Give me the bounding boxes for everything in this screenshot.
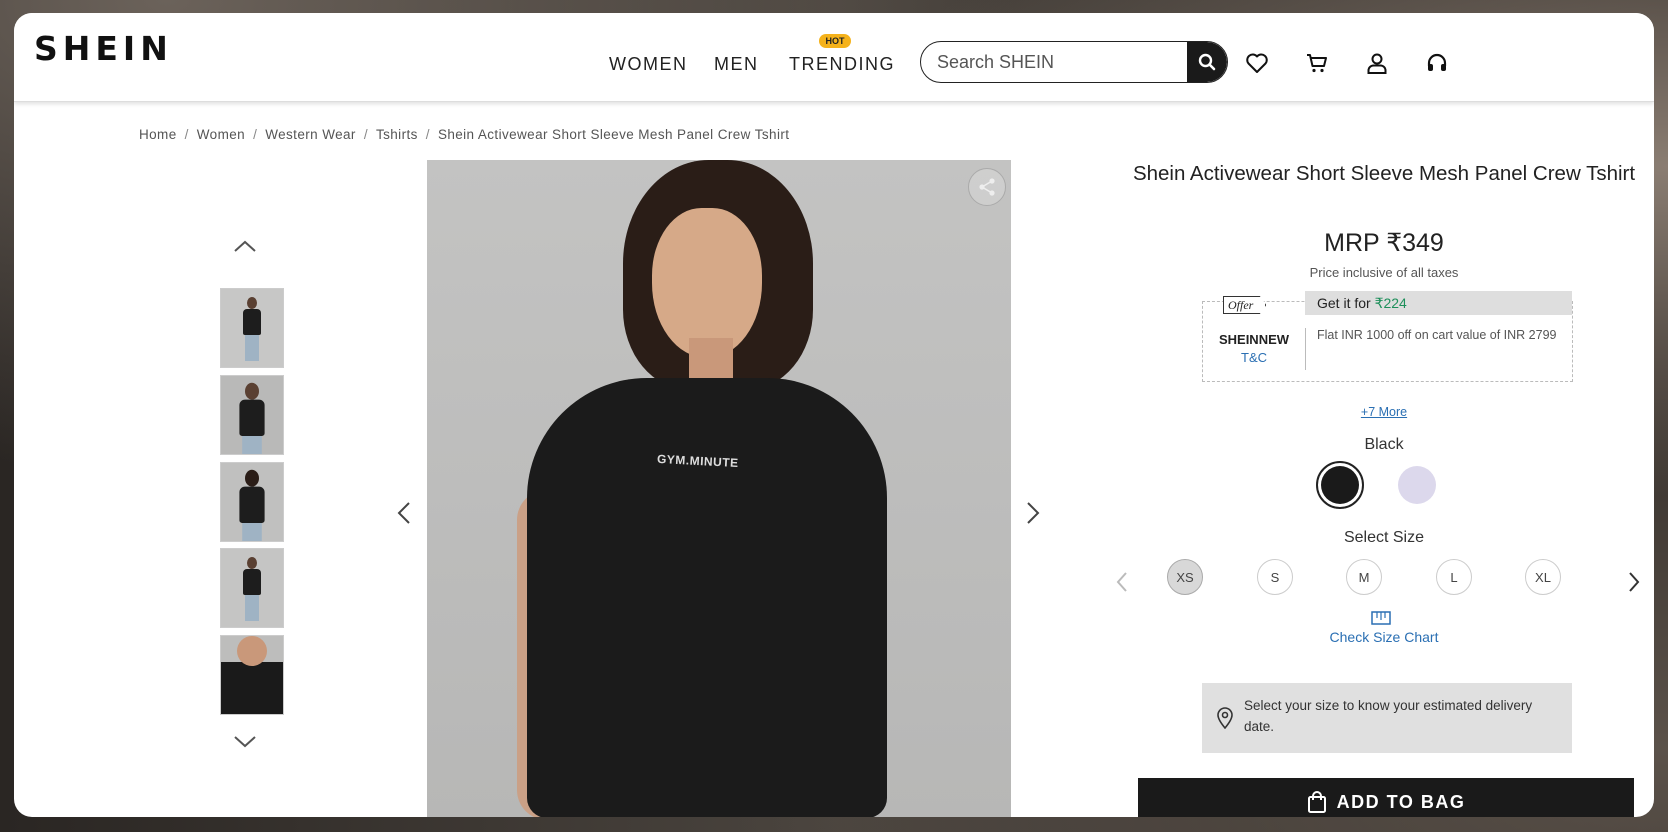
thumbnails-down-chevron-icon[interactable] <box>232 733 258 751</box>
thumbnail-1[interactable] <box>220 288 284 368</box>
offer-price-banner: Get it for ₹224 <box>1305 291 1572 315</box>
product-price: MRP ₹349 <box>1324 229 1444 257</box>
color-swatch-black[interactable] <box>1321 466 1359 504</box>
thumbnail-3[interactable] <box>220 462 284 542</box>
size-option-xl[interactable]: XL <box>1525 559 1561 595</box>
breadcrumb-separator: / <box>253 127 258 142</box>
offer-price: ₹224 <box>1374 295 1407 311</box>
thumbnail-2[interactable] <box>220 375 284 455</box>
breadcrumb-separator: / <box>425 127 430 142</box>
support-headset-icon[interactable] <box>1424 50 1450 76</box>
breadcrumb-western-wear[interactable]: Western Wear <box>265 127 356 142</box>
cart-icon[interactable] <box>1304 50 1330 76</box>
shein-logo[interactable]: SHEIN <box>34 29 173 68</box>
offer-coupon-code: SHEINNEW <box>1218 332 1290 347</box>
search-bar <box>920 41 1228 83</box>
breadcrumb-separator: / <box>363 127 368 142</box>
image-next-chevron-icon[interactable] <box>1020 498 1046 528</box>
nav-trending[interactable]: TRENDING <box>789 54 895 75</box>
model-tshirt <box>527 378 887 817</box>
site-header: SHEIN WOMEN MEN HOT TRENDING <box>14 13 1654 102</box>
size-option-l[interactable]: L <box>1436 559 1472 595</box>
breadcrumb-women[interactable]: Women <box>197 127 245 142</box>
offer-get-label: Get it for <box>1317 295 1375 311</box>
share-button[interactable] <box>968 168 1006 206</box>
more-offers-link[interactable]: +7 More <box>1124 405 1644 419</box>
hot-badge: HOT <box>819 34 851 48</box>
breadcrumb-home[interactable]: Home <box>139 127 177 142</box>
main-product-image[interactable]: GYM.MINUTE <box>427 160 1011 817</box>
size-option-xs[interactable]: XS <box>1167 559 1203 595</box>
offer-tag: Offer <box>1223 296 1267 314</box>
product-title: Shein Activewear Short Sleeve Mesh Panel… <box>1132 162 1636 185</box>
size-chart-ruler-icon <box>1371 611 1391 625</box>
size-option-m[interactable]: M <box>1346 559 1382 595</box>
sizes-prev-chevron-icon[interactable] <box>1112 569 1132 595</box>
color-swatch-lavender[interactable] <box>1398 466 1436 504</box>
search-icon <box>1198 53 1216 71</box>
size-option-s[interactable]: S <box>1257 559 1293 595</box>
price-tax-note: Price inclusive of all taxes <box>1309 265 1459 280</box>
thumbnails-up-chevron-icon[interactable] <box>232 237 258 255</box>
sizes-next-chevron-icon[interactable] <box>1624 569 1644 595</box>
share-icon <box>979 178 995 196</box>
search-input[interactable] <box>921 42 1183 82</box>
model-face <box>652 208 762 358</box>
account-user-icon[interactable] <box>1364 50 1390 76</box>
wishlist-heart-icon[interactable] <box>1244 50 1270 76</box>
breadcrumb-current: Shein Activewear Short Sleeve Mesh Panel… <box>437 127 790 142</box>
add-to-bag-label: ADD TO BAG <box>1336 792 1466 812</box>
delivery-estimate-text: Select your size to know your estimated … <box>1244 698 1533 734</box>
check-size-chart-link[interactable]: Check Size Chart <box>1124 629 1644 645</box>
breadcrumb-tshirts[interactable]: Tshirts <box>376 127 418 142</box>
offer-divider <box>1305 328 1306 370</box>
add-to-bag-button[interactable]: ADD TO BAG <box>1138 778 1634 817</box>
nav-women[interactable]: WOMEN <box>609 54 688 75</box>
location-pin-icon <box>1217 707 1233 729</box>
size-section-title: Select Size <box>1343 529 1425 546</box>
selected-color-name: Black <box>1364 436 1404 453</box>
image-prev-chevron-icon[interactable] <box>391 498 417 528</box>
offer-card: Offer Get it for ₹224 SHEINNEW T&C Flat … <box>1202 291 1573 382</box>
offer-tnc-link[interactable]: T&C <box>1203 350 1305 365</box>
delivery-estimate-box: Select your size to know your estimated … <box>1202 683 1572 753</box>
nav-men[interactable]: MEN <box>714 54 759 75</box>
breadcrumb-separator: / <box>184 127 189 142</box>
breadcrumb: Home / Women / Western Wear / Tshirts / Shein Ac… <box>139 127 789 142</box>
thumbnail-5[interactable] <box>220 635 284 715</box>
browser-page: SHEIN WOMEN MEN HOT TRENDING Search SHEI… <box>14 13 1654 817</box>
shopping-bag-icon <box>1307 791 1326 813</box>
offer-description: Flat INR 1000 off on cart value of INR 2… <box>1317 328 1557 342</box>
thumbnail-4[interactable] <box>220 548 284 628</box>
search-button[interactable] <box>1187 42 1227 82</box>
